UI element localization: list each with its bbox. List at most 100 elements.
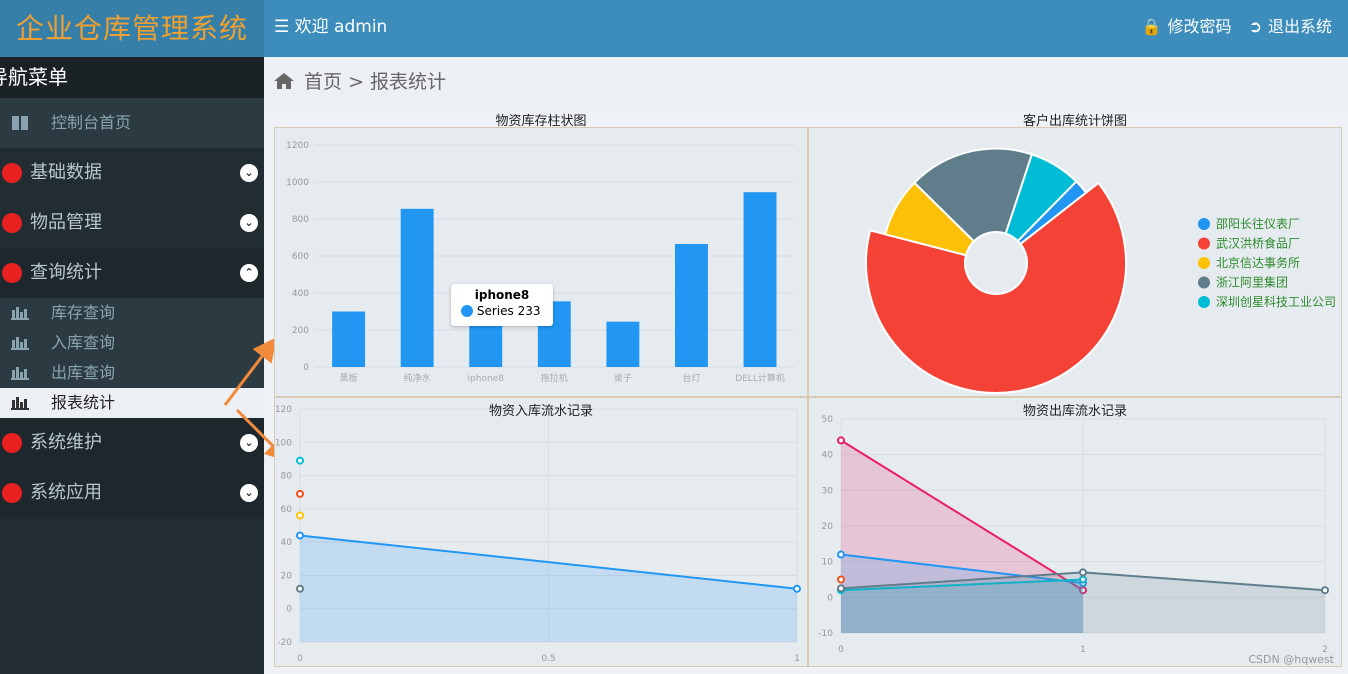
breadcrumb-current: 报表统计 <box>370 71 447 93</box>
y-tick-label: 20 <box>281 571 293 581</box>
red-dot-icon <box>2 433 22 453</box>
bar-chart-title: 物资库存柱状图 <box>495 114 587 129</box>
tooltip-value: 233 <box>517 304 541 318</box>
y-tick-label: 0 <box>303 363 309 373</box>
outbound-line-chart-panel: 物资出库流水记录 -10 0 10 20 30 40 50 0 1 2 <box>808 397 1342 667</box>
sidebar-subitem-label: 库存查询 <box>51 303 116 322</box>
bar-chart-icon <box>11 307 29 320</box>
x-tick-label: 0 <box>838 645 844 655</box>
y-tick-label: 1200 <box>286 141 309 151</box>
hamburger-icon[interactable]: ☰ <box>274 17 289 37</box>
legend-label: 深圳创星科技工业公司 <box>1216 295 1336 309</box>
bar-chart-panel: 物资库存柱状图 0 200 400 600 800 1000 1200 黑板 纯净水 iphone… <box>274 114 808 397</box>
y-tick-label: 30 <box>822 486 834 496</box>
logout-link[interactable]: 退出系统 <box>1268 17 1332 36</box>
menu-toggle[interactable]: ☰ 欢迎 admin <box>274 0 387 54</box>
data-point <box>837 550 845 559</box>
bar-chart-icon <box>11 367 29 380</box>
data-point <box>837 436 845 445</box>
breadcrumb-home[interactable]: 首页 <box>304 71 342 93</box>
sidebar-item-system-apps[interactable]: 系统应用 ⌄ <box>0 468 264 518</box>
x-tick-label: 纯净水 <box>404 372 431 384</box>
y-tick-label: 10 <box>822 558 834 568</box>
sidebar-item-query-stats[interactable]: 查询统计 ⌃ <box>0 248 264 298</box>
logout-icon: ➲ <box>1248 17 1262 36</box>
app-logo: 企业仓库管理系统 <box>0 0 264 57</box>
bar <box>675 243 708 367</box>
x-tick-label: DELL计算机 <box>735 372 785 384</box>
y-tick-label: 0 <box>286 605 292 615</box>
sidebar-item-label: 系统应用 <box>30 482 102 503</box>
welcome-text: 欢迎 admin <box>294 17 388 37</box>
red-dot-icon <box>2 263 22 283</box>
sidebar-subitem-report-stats[interactable]: 报表统计 <box>0 388 264 418</box>
sidebar-subitem-label: 出库查询 <box>51 363 116 382</box>
bar <box>606 321 640 367</box>
sidebar-subitem-outbound-query[interactable]: 出库查询 <box>0 358 264 388</box>
legend-marker <box>1198 218 1210 230</box>
legend-marker <box>1198 237 1210 250</box>
breadcrumb: 首页 > 报表统计 <box>264 57 1348 107</box>
legend-marker <box>1198 257 1210 269</box>
chevron-down-icon: ⌄ <box>240 164 258 182</box>
chevron-down-icon: ⌄ <box>240 434 258 452</box>
inbound-line-chart: -200204060801001200 0.5 1 <box>275 405 801 664</box>
red-dot-icon <box>2 163 22 183</box>
legend-marker <box>1198 296 1210 308</box>
y-tick-label: 1000 <box>286 178 309 188</box>
inbound-chart-title: 物资入库流水记录 <box>488 404 593 419</box>
bar <box>332 311 366 367</box>
pie-chart: 邵阳长往仪表厂武汉洪桥食品厂北京信达事务所浙江阿里集团深圳创星科技工业公司 <box>865 147 1336 394</box>
bar-chart-icon <box>11 397 29 410</box>
legend-label: 武汉洪桥食品厂 <box>1216 236 1300 251</box>
sidebar-item-home[interactable]: 控制台首页 <box>0 98 264 148</box>
red-dot-icon <box>2 483 22 503</box>
chevron-down-icon: ⌄ <box>240 214 258 232</box>
data-point <box>296 456 304 465</box>
y-tick-label: 400 <box>292 289 309 299</box>
sidebar-item-system-maintenance[interactable]: 系统维护 ⌄ <box>0 418 264 468</box>
watermark: CSDN @hqwest <box>1248 653 1334 666</box>
tooltip-title: iphone8 <box>474 288 530 302</box>
inbound-line-chart-panel: 物资入库流水记录 -20 0 20 40 60 80 100 120 0 0.5 1 <box>274 397 808 667</box>
breadcrumb-separator: > <box>348 71 364 93</box>
x-tick-label: 0.5 <box>541 654 555 664</box>
sidebar-header: 导航菜单 <box>0 57 264 98</box>
series-color-dot <box>461 305 473 317</box>
sidebar-subitem-stock-query[interactable]: 库存查询 <box>0 298 264 328</box>
y-tick-label: 40 <box>822 451 834 461</box>
y-tick-label: 60 <box>281 505 293 515</box>
bar <box>469 323 503 367</box>
x-tick-label: 拖拉机 <box>541 372 568 384</box>
lock-icon: 🔒 <box>1141 17 1162 36</box>
bar <box>400 208 434 367</box>
y-tick-label: -20 <box>277 638 292 648</box>
legend-marker <box>1198 276 1210 289</box>
sidebar-subitem-inbound-query[interactable]: 入库查询 <box>0 328 264 358</box>
sidebar-item-goods[interactable]: 物品管理 ⌄ <box>0 198 264 248</box>
legend-label: 北京信达事务所 <box>1216 255 1300 270</box>
data-point <box>837 584 845 593</box>
chart-tooltip: iphone8 Series 233 <box>451 284 553 326</box>
x-tick-label: iphone8 <box>468 374 505 384</box>
sidebar: 导航菜单 控制台首页 基础数据 ⌄ 物品管理 ⌄ 查询统计 ⌃ 库存查询 入库查询 出… <box>0 57 264 674</box>
sidebar-item-label: 查询统计 <box>30 262 102 283</box>
sidebar-item-label: 系统维护 <box>30 432 102 453</box>
y-tick-label: 0 <box>827 593 833 603</box>
y-tick-label: 20 <box>822 522 834 532</box>
x-tick-label: 1 <box>794 654 800 664</box>
sidebar-item-basic-data[interactable]: 基础数据 ⌄ <box>0 148 264 198</box>
chevron-down-icon: ⌄ <box>240 484 258 502</box>
bar-chart: 0 200 400 600 800 1000 1200 黑板 纯净水 iphone8 拖拉机 桌子 台灯… <box>286 141 795 384</box>
data-point <box>1321 586 1329 595</box>
outbound-chart-title: 物资出库流水记录 <box>1022 404 1127 419</box>
data-point <box>296 531 304 540</box>
chevron-up-icon: ⌃ <box>240 264 258 282</box>
x-tick-label: 1 <box>1080 645 1086 655</box>
windows-icon <box>12 116 28 130</box>
x-tick-label: 黑板 <box>340 372 358 384</box>
y-tick-label: 40 <box>281 538 293 548</box>
sidebar-subitem-label: 入库查询 <box>51 333 116 352</box>
y-tick-label: 100 <box>275 438 292 448</box>
change-password-link[interactable]: 修改密码 <box>1167 17 1231 36</box>
